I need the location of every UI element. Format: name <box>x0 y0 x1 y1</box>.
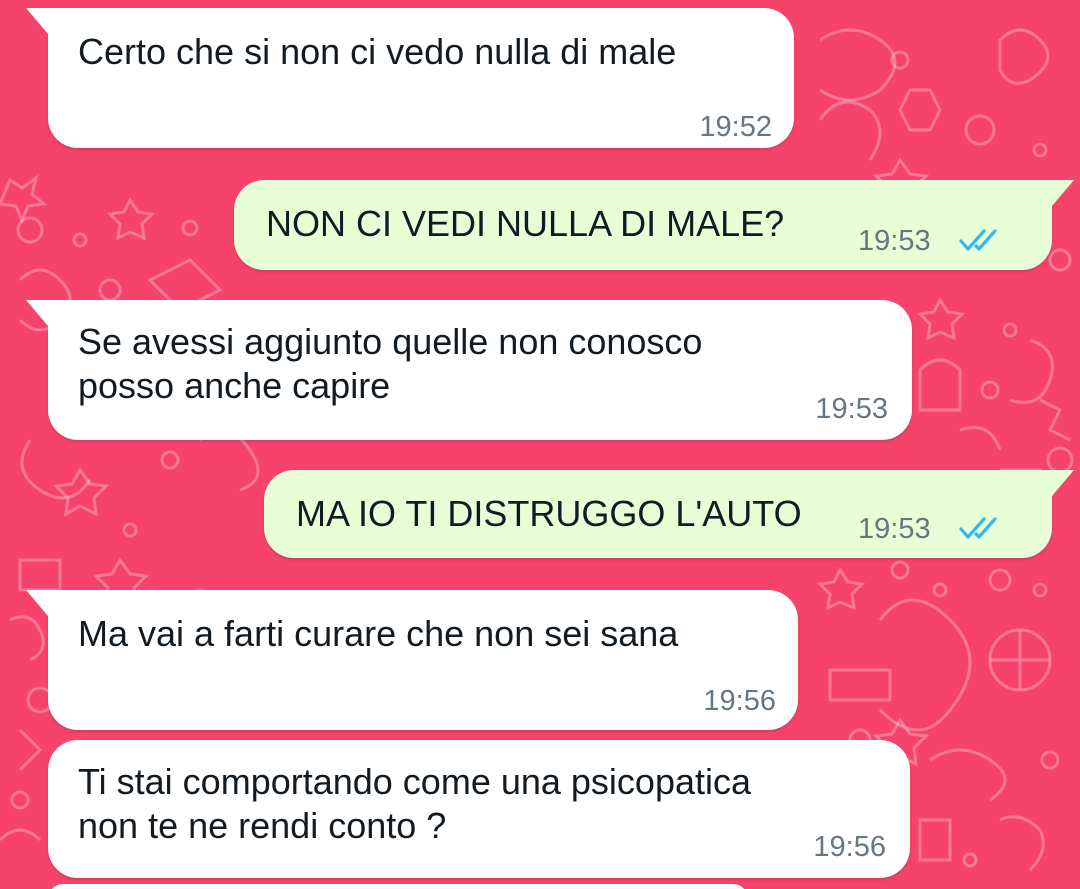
bubble-tail <box>26 8 48 34</box>
message-time: 19:52 <box>699 111 772 143</box>
bubble-tail <box>26 300 48 326</box>
incoming-message[interactable]: Certo che si non ci vedo nulla di male 1… <box>26 8 794 148</box>
bubble-tail <box>26 590 48 616</box>
outgoing-message[interactable]: MA IO TI DISTRUGGO L'AUTO 19:53 <box>264 470 1074 558</box>
chat-background: Certo che si non ci vedo nulla di male 1… <box>0 0 1080 889</box>
double-check-icon <box>959 517 997 539</box>
message-time: 19:56 <box>703 685 776 717</box>
incoming-message[interactable]: Se avessi aggiunto quelle non conosco po… <box>26 300 912 440</box>
message-text: Certo che si non ci vedo nulla di male <box>78 31 677 72</box>
message-text: MA IO TI DISTRUGGO L'AUTO <box>296 493 802 534</box>
message-text: Ti stai comportando come una psicopatica… <box>78 761 752 846</box>
message-text: NON CI VEDI NULLA DI MALE? <box>266 203 785 244</box>
message-time: 19:53 <box>858 225 931 257</box>
bubble-tail <box>1052 470 1074 496</box>
outgoing-message[interactable]: NON CI VEDI NULLA DI MALE? 19:53 <box>234 180 1074 270</box>
double-check-icon <box>959 229 997 251</box>
incoming-message[interactable]: Ma vai a farti curare che non sei sana 1… <box>26 590 798 730</box>
message-time: 19:53 <box>815 393 888 425</box>
incoming-message[interactable]: Ti stai comportando come una psicopatica… <box>48 740 910 878</box>
message-text: Se avessi aggiunto quelle non conosco po… <box>78 321 703 406</box>
partial-message <box>48 884 748 889</box>
bubble-tail <box>1052 180 1074 206</box>
message-time: 19:53 <box>858 513 931 545</box>
message-time: 19:56 <box>813 831 886 863</box>
message-text: Ma vai a farti curare che non sei sana <box>78 613 679 654</box>
